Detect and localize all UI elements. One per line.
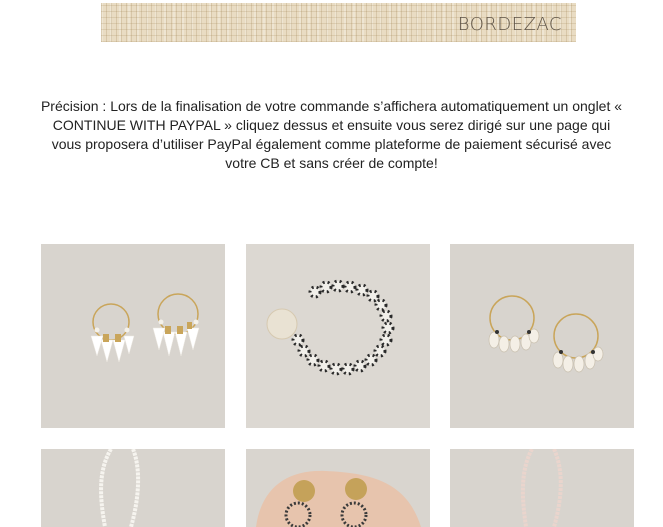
pink-necklace-illustration bbox=[450, 449, 634, 527]
white-necklace-illustration bbox=[41, 449, 225, 527]
brand-logo-text: BORDEZAC bbox=[457, 14, 562, 35]
product-image-white-necklace[interactable] bbox=[41, 449, 225, 527]
payment-notice: Précision : Lors de la finalisation de v… bbox=[40, 98, 623, 171]
tassel-earrings-illustration bbox=[41, 244, 225, 428]
cowrie-earrings-illustration bbox=[450, 244, 634, 428]
bead-bracelet-illustration bbox=[246, 244, 430, 428]
medallion-earrings-illustration bbox=[246, 449, 430, 527]
product-image-pink-necklace[interactable] bbox=[450, 449, 634, 527]
product-image-tassel-earrings[interactable] bbox=[41, 244, 225, 428]
product-image-medallion-earrings[interactable] bbox=[246, 449, 430, 527]
product-image-bead-bracelet[interactable] bbox=[246, 244, 430, 428]
brand-banner[interactable]: BORDEZAC bbox=[101, 3, 576, 42]
product-image-cowrie-earrings[interactable] bbox=[450, 244, 634, 428]
